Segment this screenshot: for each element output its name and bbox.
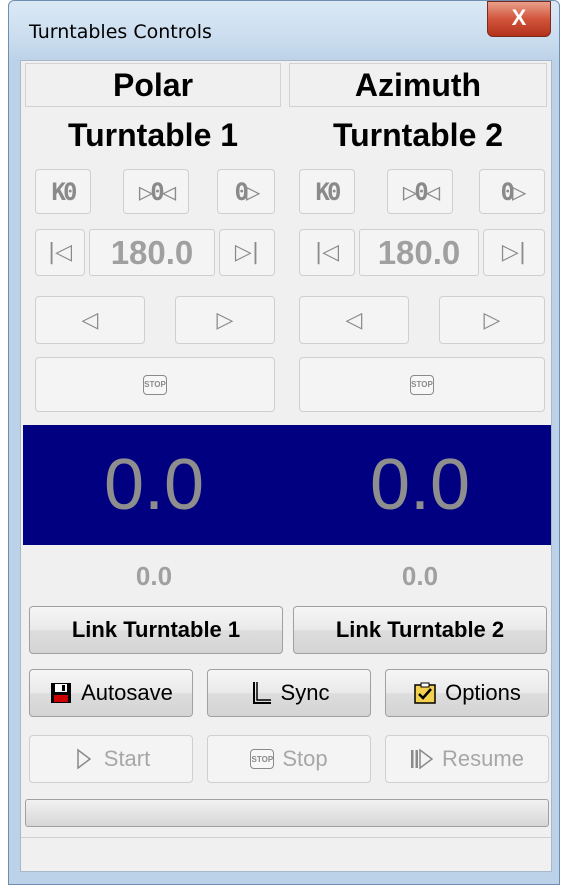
resume-label: Resume (442, 746, 524, 771)
options-button[interactable]: Options (385, 669, 549, 717)
tt2-jog-right-button[interactable]: ▷ (439, 296, 545, 344)
tt2-step-back-button[interactable]: |◁ (299, 229, 355, 276)
end-icon: 0▷ (500, 177, 527, 206)
tt2-end-button[interactable]: 0▷ (479, 169, 545, 214)
tt2-position: 0.0 (369, 445, 471, 525)
tt1-step-forward-button[interactable]: ▷| (219, 229, 275, 276)
progress-bar (25, 799, 549, 827)
floppy-disk-icon (49, 681, 73, 705)
tt2-stop-button[interactable]: STOP (299, 357, 545, 412)
stop-icon: STOP (410, 374, 434, 395)
play-icon (72, 747, 96, 771)
tt2-home-button[interactable]: K0 (299, 169, 355, 214)
step-back-icon: |◁ (314, 240, 340, 265)
title-bar[interactable]: Turntables Controls X (9, 1, 559, 61)
step-back-icon: |◁ (47, 240, 73, 265)
start-label: Start (103, 746, 151, 771)
step-forward-icon: ▷| (501, 240, 527, 265)
home-icon: K0 (51, 177, 78, 206)
step-forward-icon: ▷| (234, 240, 260, 265)
tt1-target: 0.0 (135, 561, 173, 591)
status-bar (21, 837, 551, 871)
sync-icon (249, 681, 273, 705)
tt1-end-button[interactable]: 0▷ (217, 169, 275, 214)
turntable-1-title: Turntable 1 (67, 117, 239, 153)
tt2-step-forward-button[interactable]: ▷| (483, 229, 545, 276)
panel: Polar Azimuth Turntable 1 Turntable 2 K0… (20, 60, 552, 872)
tt2-jog-left-button[interactable]: ◁ (299, 296, 409, 344)
tt1-home-button[interactable]: K0 (35, 169, 91, 214)
header-azimuth: Azimuth (289, 63, 547, 107)
position-display: 0.0 0.0 (23, 425, 551, 545)
tt1-center-button[interactable]: ▷0◁ (123, 169, 189, 214)
center-icon: ▷0◁ (138, 177, 176, 206)
home-icon: K0 (315, 177, 342, 206)
link-turntable-2-button[interactable]: Link Turntable 2 (293, 606, 547, 654)
tt2-center-button[interactable]: ▷0◁ (387, 169, 453, 214)
tt1-stop-button[interactable]: STOP (35, 357, 275, 412)
header-polar: Polar (25, 63, 281, 107)
tt1-position: 0.0 (103, 445, 205, 525)
stop-icon: STOP (250, 749, 275, 769)
jog-right-icon: ▷ (216, 307, 234, 333)
turntable-2-title: Turntable 2 (332, 117, 504, 153)
stop-label: Stop (282, 746, 328, 771)
tt1-jog-left-button[interactable]: ◁ (35, 296, 145, 344)
start-button[interactable]: Start (29, 735, 193, 783)
window-title: Turntables Controls (29, 21, 212, 43)
stop-icon: STOP (143, 374, 167, 395)
jog-left-icon: ◁ (81, 307, 99, 333)
tt1-step-value: 180.0 (89, 229, 215, 276)
tt1-step-back-button[interactable]: |◁ (35, 229, 85, 276)
tt2-step-value: 180.0 (359, 229, 479, 276)
link-turntable-1-button[interactable]: Link Turntable 1 (29, 606, 283, 654)
autosave-label: Autosave (81, 680, 173, 705)
end-icon: 0▷ (234, 177, 261, 206)
stop-button[interactable]: STOP Stop (207, 735, 371, 783)
sync-label: Sync (280, 680, 330, 705)
sync-button[interactable]: Sync (207, 669, 371, 717)
jog-left-icon: ◁ (345, 307, 363, 333)
center-icon: ▷0◁ (402, 177, 440, 206)
autosave-button[interactable]: Autosave (29, 669, 193, 717)
options-label: Options (445, 680, 521, 705)
tt2-target: 0.0 (401, 561, 439, 591)
jog-right-icon: ▷ (483, 307, 501, 333)
resume-icon (410, 747, 434, 771)
checklist-icon (413, 681, 437, 705)
resume-button[interactable]: Resume (385, 735, 549, 783)
close-button[interactable]: X (487, 1, 551, 37)
tt1-jog-right-button[interactable]: ▷ (175, 296, 275, 344)
